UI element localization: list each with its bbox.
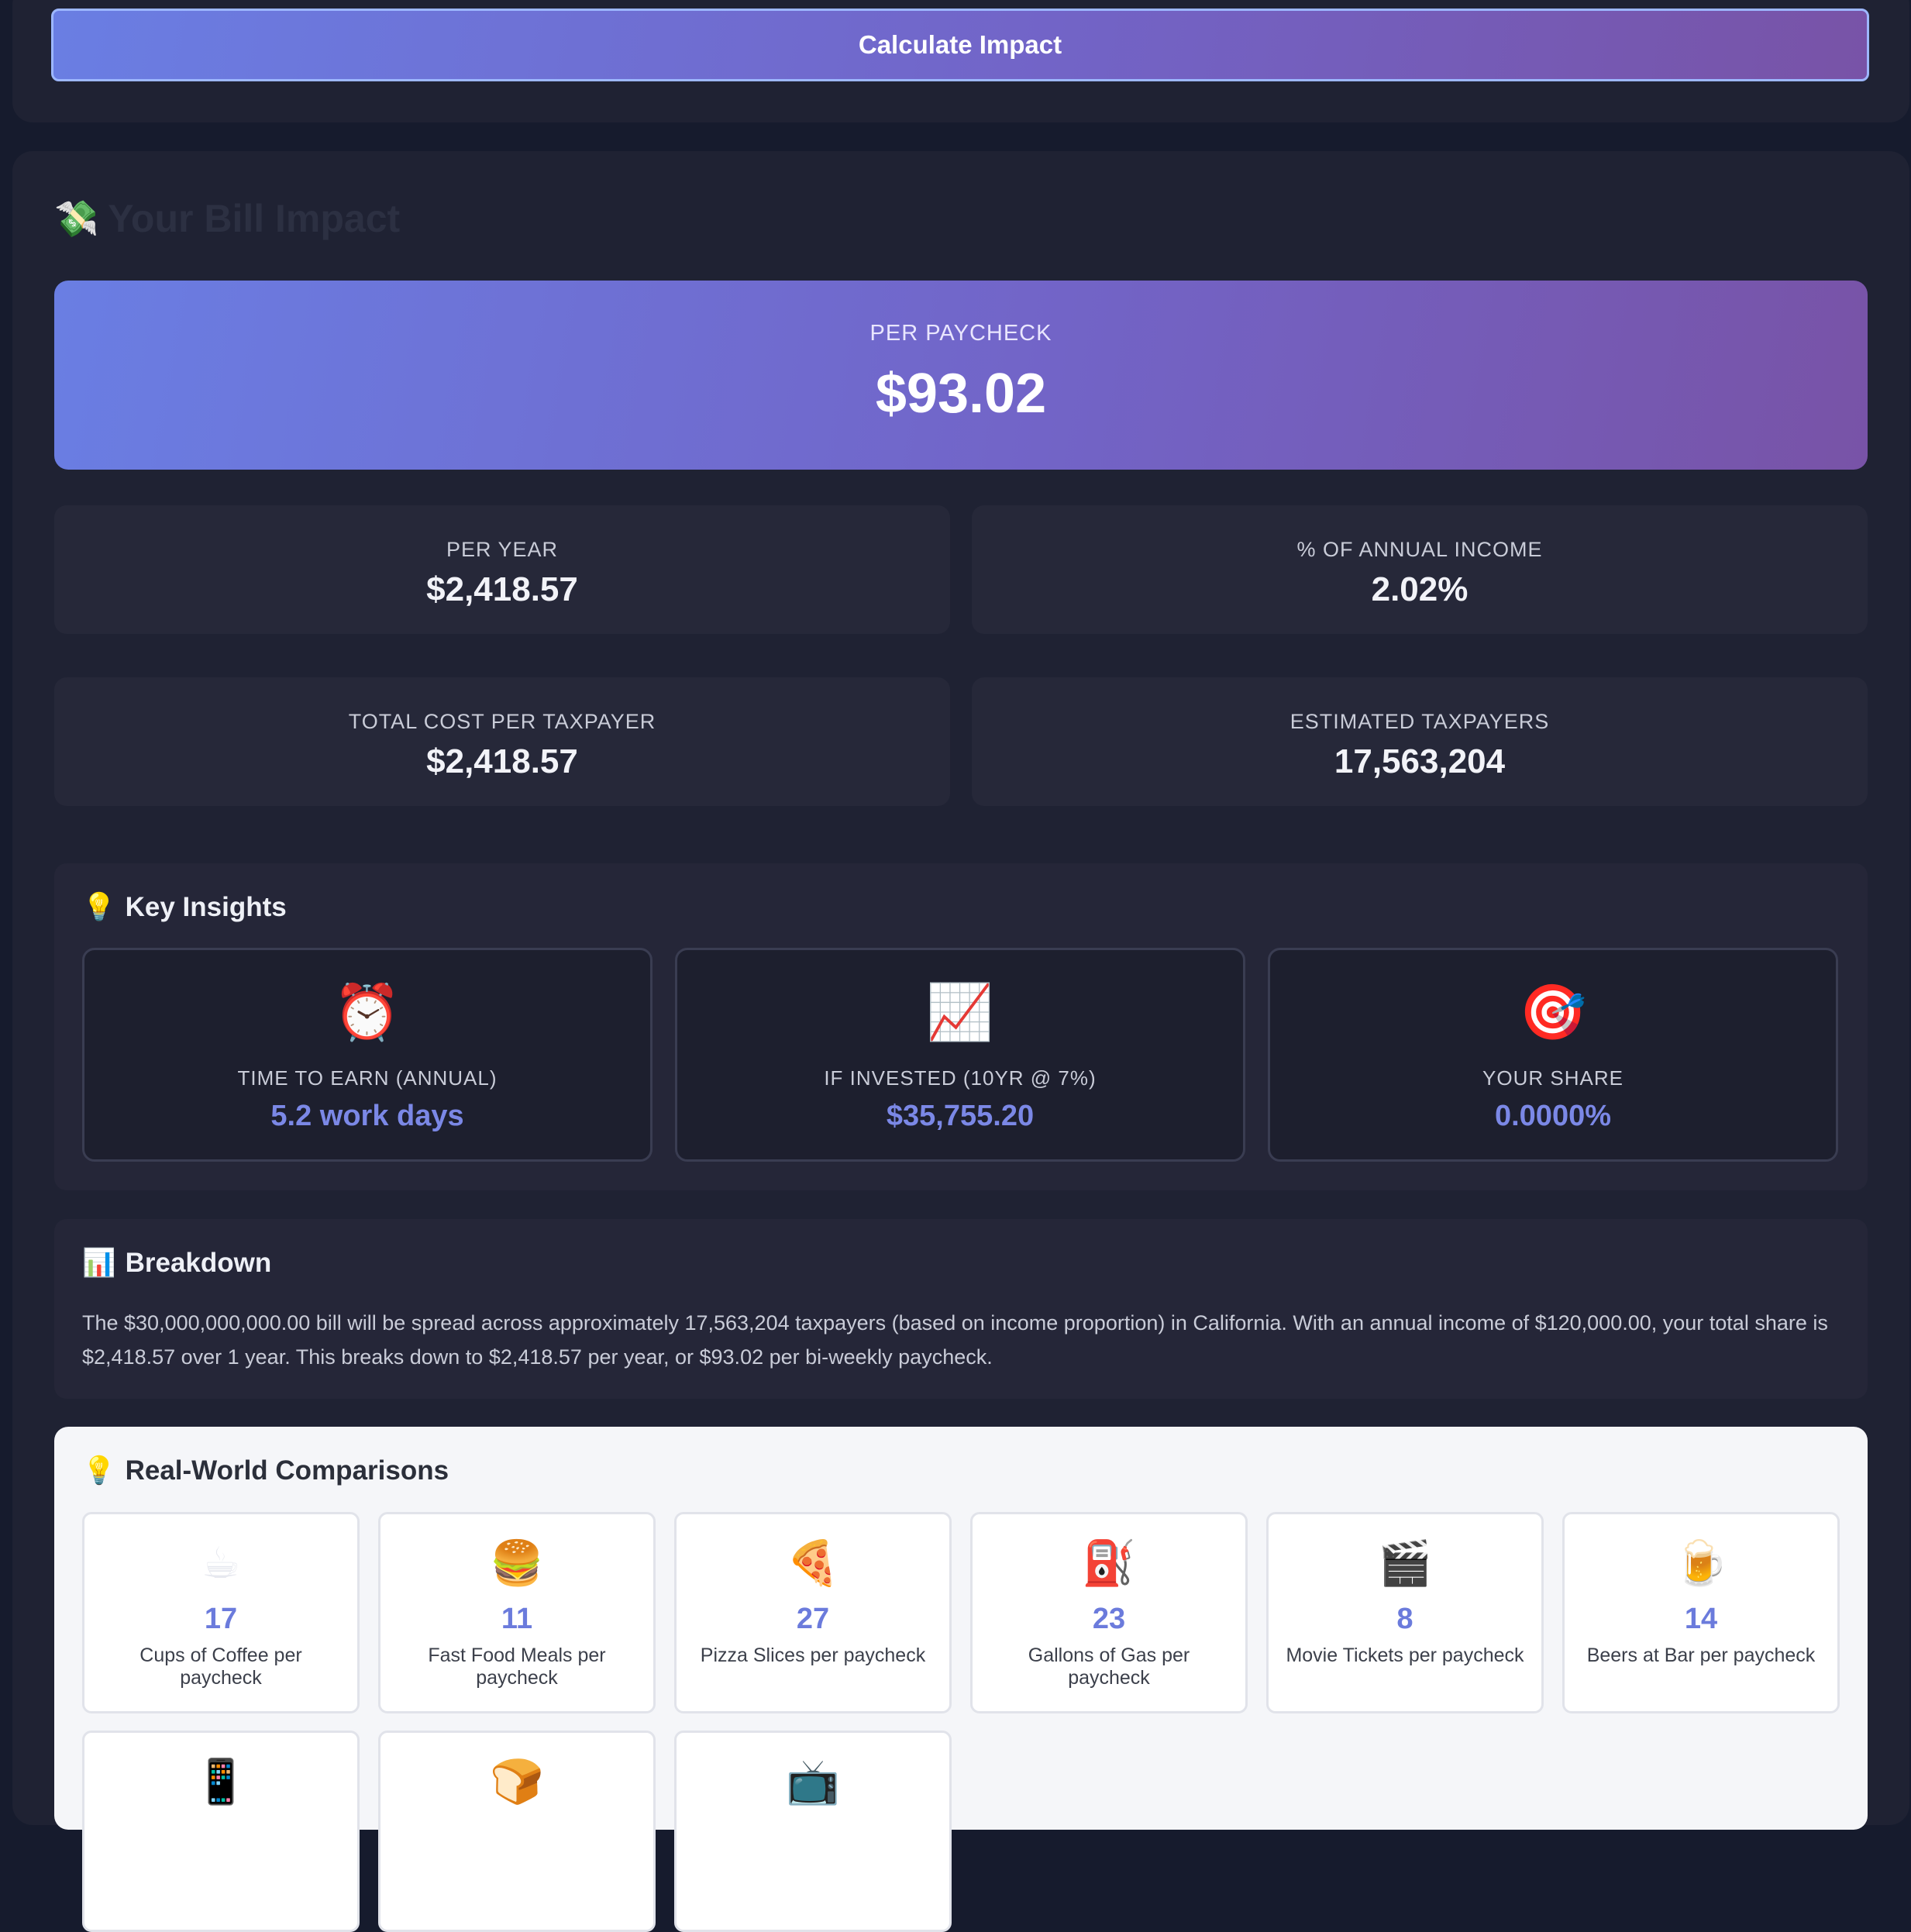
per-paycheck-value: $93.02 [875, 363, 1047, 425]
stat-label: % OF ANNUAL INCOME [1296, 538, 1543, 561]
insight-value: 5.2 work days [270, 1100, 464, 1132]
comparisons-title: 💡 Real-World Comparisons [82, 1455, 449, 1486]
television-icon: 📺 [786, 1757, 840, 1806]
comparison-label: Pizza Slices per paycheck [700, 1644, 926, 1666]
key-insights-title: 💡 Key Insights [82, 891, 287, 923]
per-paycheck-hero: PER PAYCHECK $93.02 [54, 281, 1868, 470]
comparison-number: 23 [1092, 1603, 1126, 1635]
comparison-number: 17 [204, 1603, 238, 1635]
comparison-card-tv: 📺 [674, 1731, 952, 1932]
comparison-number: 11 [501, 1603, 533, 1635]
calculate-impact-button[interactable]: Calculate Impact [51, 9, 1869, 81]
comparison-number: 27 [796, 1603, 830, 1635]
fuel-pump-icon: ⛽ [1082, 1538, 1136, 1587]
comparison-label: Fast Food Meals per paycheck [428, 1644, 606, 1689]
hamburger-icon: 🍔 [490, 1538, 544, 1587]
comparison-label: Cups of Coffee per paycheck [139, 1644, 302, 1689]
stat-value: 2.02% [1371, 570, 1469, 608]
insight-your-share: 🎯 YOUR SHARE 0.0000% [1268, 948, 1838, 1162]
stat-label: PER YEAR [446, 538, 559, 561]
coffee-icon: ☕ [201, 1538, 241, 1587]
clapper-board-icon: 🎬 [1378, 1538, 1432, 1587]
key-insights-title-text: Key Insights [125, 891, 287, 922]
comparison-card-gas: ⛽ 23 Gallons of Gas per paycheck [970, 1512, 1248, 1713]
beer-mug-icon: 🍺 [1674, 1538, 1728, 1587]
insight-label: TIME TO EARN (ANNUAL) [237, 1066, 498, 1090]
stat-value: $2,418.57 [426, 742, 578, 780]
breakdown-text: The $30,000,000,000.00 bill will be spre… [82, 1311, 1828, 1369]
insight-label: IF INVESTED (10YR @ 7%) [824, 1066, 1097, 1090]
comparison-card-coffee: ☕ 17 Cups of Coffee per paycheck [82, 1512, 360, 1713]
bullseye-icon: 🎯 [1519, 982, 1587, 1042]
comparison-card-bread: 🍞 [378, 1731, 656, 1932]
chart-increasing-icon: 📈 [926, 982, 994, 1042]
per-paycheck-label: PER PAYCHECK [869, 321, 1052, 346]
comparison-card-phone: 📱 [82, 1731, 360, 1932]
comparison-card-movie: 🎬 8 Movie Tickets per paycheck [1266, 1512, 1544, 1713]
stat-value: 17,563,204 [1334, 742, 1506, 780]
insight-time-to-earn: ⏰ TIME TO EARN (ANNUAL) 5.2 work days [82, 948, 652, 1162]
bar-chart-icon: 📊 [82, 1248, 116, 1278]
comparison-card-pizza: 🍕 27 Pizza Slices per paycheck [674, 1512, 952, 1713]
lightbulb-icon: 💡 [82, 892, 116, 922]
stat-label: ESTIMATED TAXPAYERS [1289, 710, 1550, 733]
stat-value: $2,418.57 [426, 570, 578, 608]
comparison-label: Gallons of Gas per paycheck [1028, 1644, 1190, 1689]
comparisons-title-text: Real-World Comparisons [125, 1455, 449, 1486]
lightbulb-icon: 💡 [82, 1455, 116, 1486]
alarm-clock-icon: ⏰ [333, 982, 401, 1042]
stat-total-cost: TOTAL COST PER TAXPAYER $2,418.57 [54, 677, 950, 806]
bill-impact-title-text: Your Bill Impact [108, 197, 401, 240]
breakdown-title-text: Breakdown [125, 1247, 272, 1278]
comparison-number: 8 [1396, 1603, 1413, 1635]
comparison-number: 14 [1684, 1603, 1718, 1635]
comparison-label: Movie Tickets per paycheck [1286, 1644, 1524, 1666]
breakdown-title: 📊 Breakdown [82, 1247, 271, 1279]
stat-percent-income: % OF ANNUAL INCOME 2.02% [972, 505, 1868, 634]
insight-value: 0.0000% [1494, 1100, 1611, 1132]
money-with-wings-icon: 💸 [54, 198, 99, 239]
insight-if-invested: 📈 IF INVESTED (10YR @ 7%) $35,755.20 [675, 948, 1245, 1162]
pizza-icon: 🍕 [786, 1538, 840, 1587]
bread-icon: 🍞 [490, 1757, 544, 1806]
stat-per-year: PER YEAR $2,418.57 [54, 505, 950, 634]
comparison-label: Beers at Bar per paycheck [1586, 1644, 1816, 1666]
comparison-card-beer: 🍺 14 Beers at Bar per paycheck [1562, 1512, 1840, 1713]
mobile-phone-icon: 📱 [194, 1757, 248, 1806]
breakdown-panel: 📊 Breakdown The $30,000,000,000.00 bill … [54, 1219, 1868, 1399]
bill-impact-title: 💸 Your Bill Impact [54, 195, 400, 242]
insight-value: $35,755.20 [886, 1100, 1035, 1132]
insight-label: YOUR SHARE [1482, 1066, 1623, 1090]
stat-estimated-taxpayers: ESTIMATED TAXPAYERS 17,563,204 [972, 677, 1868, 806]
real-world-comparisons-panel: 💡 Real-World Comparisons ☕ 17 Cups of Co… [54, 1427, 1868, 1932]
stat-label: TOTAL COST PER TAXPAYER [348, 710, 656, 733]
comparison-card-fast-food: 🍔 11 Fast Food Meals per paycheck [378, 1512, 656, 1713]
